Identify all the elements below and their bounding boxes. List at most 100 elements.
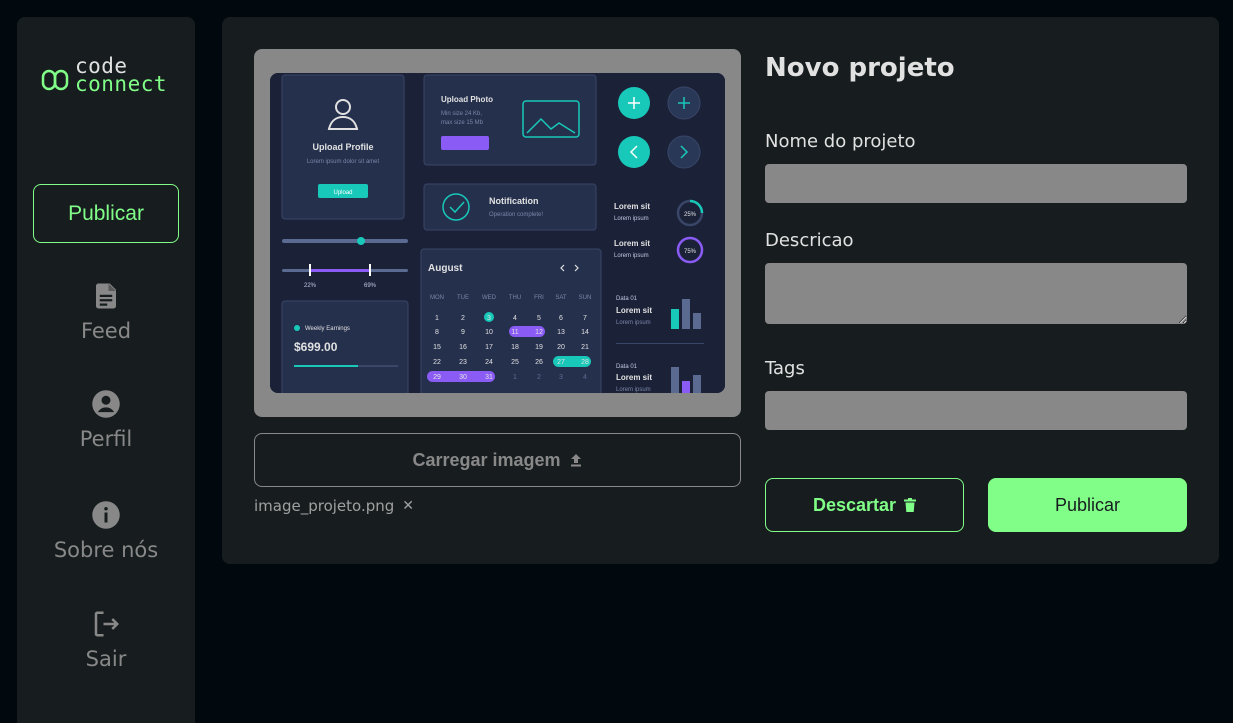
svg-text:4: 4 — [583, 374, 587, 381]
logo[interactable]: code connect — [41, 56, 171, 97]
svg-text:5: 5 — [537, 315, 541, 322]
image-preview: Upload Profile Lorem ipsum dolor sit ame… — [270, 73, 725, 393]
description-textarea[interactable] — [765, 263, 1187, 324]
sidebar-item-label: Feed — [80, 319, 132, 343]
preview-amount: $699.00 — [294, 340, 338, 354]
svg-text:24: 24 — [485, 359, 493, 366]
preview-pct2: 75% — [684, 249, 697, 255]
preview-weekday: MON — [430, 295, 444, 301]
svg-text:23: 23 — [459, 359, 467, 366]
svg-text:3: 3 — [487, 315, 491, 322]
svg-text:22: 22 — [433, 359, 441, 366]
svg-text:8: 8 — [435, 329, 439, 336]
svg-text:2: 2 — [537, 374, 541, 381]
trash-icon — [904, 498, 917, 512]
sidebar-item-perfil[interactable]: Perfil — [17, 389, 195, 451]
sidebar-item-sobre[interactable]: Sobre nós — [17, 500, 195, 562]
preview-lorem: Lorem sit — [616, 373, 652, 382]
svg-text:30: 30 — [459, 374, 467, 381]
preview-weekly: Weekly Earnings — [305, 326, 350, 332]
preview-weekday: SUN — [579, 295, 592, 301]
preview-upload-photo: Upload Photo — [441, 95, 493, 104]
preview-notification-sub: Operation complete! — [489, 212, 543, 218]
logo-text: code connect — [75, 56, 168, 96]
svg-text:28: 28 — [581, 359, 589, 366]
svg-text:2: 2 — [461, 315, 465, 322]
file-name: image_projeto.png — [254, 497, 395, 515]
image-preview-frame: Upload Profile Lorem ipsum dolor sit ame… — [254, 49, 741, 417]
preview-lorem: Lorem sit — [614, 239, 650, 248]
sidebar-item-sair[interactable]: Sair — [17, 609, 195, 671]
preview-upload-photo-sub2: max size 15 Mb — [441, 120, 484, 126]
svg-text:19: 19 — [535, 344, 543, 351]
preview-weekday: WED — [482, 295, 497, 301]
svg-text:16: 16 — [459, 344, 467, 351]
svg-text:26: 26 — [535, 359, 543, 366]
preview-upload-profile-sub: Lorem ipsum dolor sit amet — [307, 159, 380, 165]
project-form-panel: Upload Profile Lorem ipsum dolor sit ame… — [222, 17, 1219, 564]
svg-text:15: 15 — [433, 344, 441, 351]
preview-weekday: THU — [509, 295, 521, 301]
preview-lorem-sub: Lorem ipsum — [616, 320, 651, 326]
preview-month: August — [428, 263, 463, 274]
preview-weekday: TUE — [457, 295, 469, 301]
upload-icon — [570, 454, 581, 467]
svg-text:13: 13 — [557, 329, 565, 336]
svg-text:25: 25 — [511, 359, 519, 366]
remove-file-icon[interactable]: ✕ — [402, 498, 414, 514]
svg-text:29: 29 — [433, 374, 441, 381]
logout-icon — [94, 611, 120, 637]
preview-slider-min: 22% — [304, 283, 317, 289]
sidebar-item-label: Sobre nós — [53, 538, 159, 562]
sidebar: code connect Publicar Feed Perfil Sobre … — [17, 17, 195, 723]
sidebar-publish-button[interactable]: Publicar — [33, 184, 179, 243]
svg-text:21: 21 — [581, 344, 589, 351]
description-label: Descricao — [765, 230, 854, 251]
preview-data01: Data 01 — [616, 296, 638, 302]
sidebar-item-label: Sair — [85, 647, 127, 671]
svg-text:7: 7 — [583, 315, 587, 322]
preview-slider-max: 69% — [364, 283, 377, 289]
svg-text:11: 11 — [511, 329, 518, 336]
preview-upload-btn: Upload — [333, 190, 352, 196]
selected-file: image_projeto.png ✕ — [254, 497, 414, 515]
svg-text:6: 6 — [559, 315, 563, 322]
preview-weekday: SAT — [555, 295, 567, 301]
preview-illustration: Upload Profile Lorem ipsum dolor sit ame… — [270, 73, 725, 393]
preview-data01: Data 01 — [616, 364, 638, 370]
svg-text:9: 9 — [461, 329, 465, 336]
account-circle-icon — [92, 390, 120, 418]
svg-text:12: 12 — [535, 329, 543, 336]
preview-lorem-sub: Lorem ipsum — [614, 253, 649, 259]
logo-mark-icon — [41, 69, 69, 91]
preview-lorem: Lorem sit — [614, 202, 650, 211]
svg-text:10: 10 — [485, 329, 493, 336]
svg-text:3: 3 — [559, 374, 563, 381]
name-label: Nome do projeto — [765, 131, 916, 152]
svg-text:18: 18 — [511, 344, 519, 351]
svg-text:20: 20 — [557, 344, 565, 351]
tags-label: Tags — [765, 358, 805, 379]
sidebar-item-label: Perfil — [79, 427, 133, 451]
preview-notification: Notification — [489, 196, 539, 206]
svg-text:14: 14 — [581, 329, 589, 336]
svg-text:1: 1 — [435, 315, 439, 322]
publish-button[interactable]: Publicar — [988, 478, 1187, 532]
preview-lorem-sub: Lorem ipsum — [616, 387, 651, 393]
svg-text:1: 1 — [513, 374, 517, 381]
preview-upload-profile: Upload Profile — [312, 142, 373, 152]
discard-label: Descartar — [812, 494, 897, 515]
logo-line2: connect — [75, 72, 168, 96]
preview-lorem: Lorem sit — [616, 306, 652, 315]
discard-button[interactable]: Descartar — [765, 478, 964, 532]
preview-weekday: FRI — [534, 295, 544, 301]
page-title: Novo projeto — [765, 53, 955, 83]
svg-text:17: 17 — [485, 344, 493, 351]
preview-pct1: 25% — [684, 212, 697, 218]
upload-image-button[interactable]: Carregar imagem — [254, 433, 741, 487]
tags-input[interactable] — [765, 391, 1187, 430]
document-icon — [96, 283, 116, 309]
project-name-input[interactable] — [765, 164, 1187, 203]
sidebar-item-feed[interactable]: Feed — [17, 281, 195, 343]
info-icon — [92, 501, 120, 529]
